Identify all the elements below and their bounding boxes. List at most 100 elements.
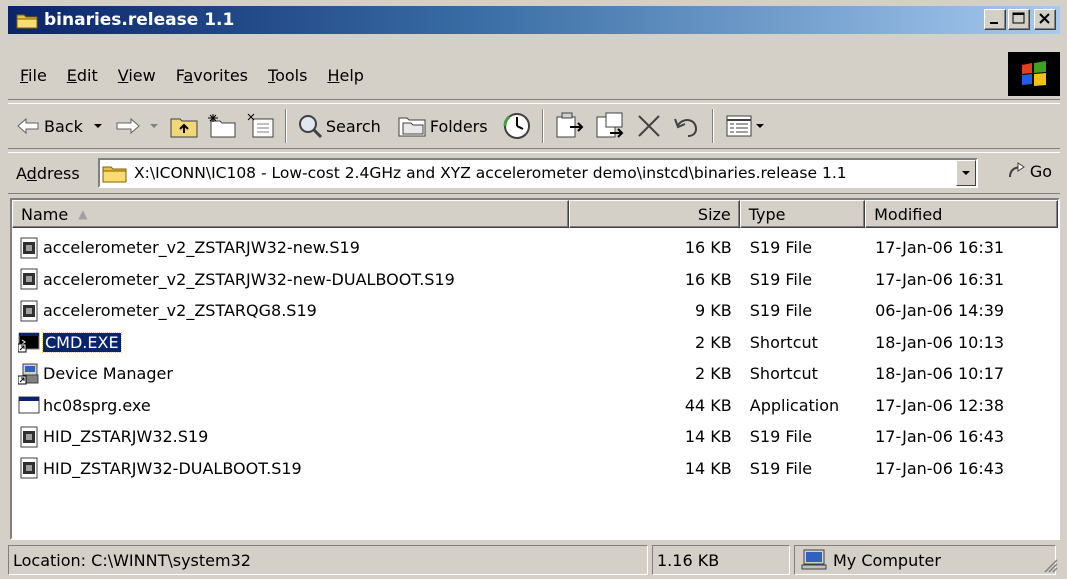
close-button[interactable]	[1034, 9, 1056, 30]
status-zone-label: My Computer	[833, 550, 941, 570]
column-header-name[interactable]: Name ▲	[12, 200, 569, 228]
folders-icon	[398, 117, 426, 137]
file-type: S19 File	[749, 301, 813, 321]
file-modified: 18-Jan-06 10:13	[875, 332, 1005, 352]
file-row[interactable]: hc08sprg.exe 44 KB Application 17-Jan-06…	[12, 390, 1058, 422]
up-folder-button[interactable]	[165, 108, 203, 144]
file-name: hc08sprg.exe	[43, 395, 151, 415]
delete-button[interactable]	[630, 108, 668, 144]
copy-to-button[interactable]	[590, 108, 630, 144]
search-icon	[298, 115, 322, 139]
chevron-down-icon	[149, 124, 158, 128]
column-header-type[interactable]: Type	[739, 200, 866, 228]
file-row[interactable]: accelerometer_v2_ZSTARJW32-new-DUALBOOT.…	[12, 264, 1058, 296]
menu-favorites[interactable]: Favorites	[176, 66, 248, 85]
resize-grip-icon[interactable]	[1042, 557, 1058, 573]
search-button[interactable]: Search	[293, 108, 385, 144]
s19-file-icon	[20, 237, 38, 259]
menu-file[interactable]: File	[20, 66, 47, 85]
back-button[interactable]: Back	[12, 108, 109, 144]
file-size: 16 KB	[684, 269, 732, 289]
file-size: 16 KB	[684, 238, 732, 258]
undo-button[interactable]	[668, 108, 706, 144]
maximize-icon	[1012, 12, 1025, 24]
file-name-cell: accelerometer_v2_ZSTARQG8.S19	[12, 300, 569, 322]
file-modified: 17-Jan-06 16:31	[875, 269, 1005, 289]
history-button[interactable]	[498, 108, 536, 144]
my-computer-icon	[801, 549, 827, 570]
new-item-icon	[247, 113, 274, 138]
cmd-shortcut-icon	[18, 332, 40, 353]
views-icon	[726, 115, 752, 137]
file-modified: 17-Jan-06 16:31	[875, 238, 1005, 258]
menu-edit[interactable]: Edit	[67, 66, 98, 85]
new-folder-button[interactable]	[203, 108, 241, 144]
go-button[interactable]: Go	[1006, 161, 1052, 181]
file-row[interactable]: accelerometer_v2_ZSTARJW32-new.S19 16 KB…	[12, 232, 1058, 264]
file-type: Shortcut	[749, 332, 818, 352]
folders-button[interactable]: Folders	[393, 108, 492, 144]
views-button[interactable]	[720, 108, 770, 144]
s19-file-icon	[20, 300, 38, 322]
column-header-size[interactable]: Size	[568, 200, 740, 228]
file-size: 9 KB	[695, 301, 732, 321]
new-item-button[interactable]	[241, 108, 279, 144]
file-row[interactable]: accelerometer_v2_ZSTARQG8.S19 9 KB S19 F…	[12, 295, 1058, 327]
column-modified-label: Modified	[874, 204, 943, 224]
menu-tools[interactable]: Tools	[268, 66, 307, 85]
file-name: accelerometer_v2_ZSTARQG8.S19	[43, 301, 317, 321]
column-headers: Name ▲ Size Type Modified	[12, 200, 1058, 228]
address-input[interactable]: X:\ICONN\IC108 - Low-cost 2.4GHz and XYZ…	[98, 158, 978, 188]
sort-ascending-icon: ▲	[78, 207, 88, 221]
menu-view[interactable]: View	[118, 66, 156, 85]
undo-icon	[673, 118, 697, 137]
file-name: CMD.EXE	[42, 331, 122, 353]
file-rows: accelerometer_v2_ZSTARJW32-new.S19 16 KB…	[12, 232, 1058, 484]
explorer-window: binaries.release 1.1 File Edit View Favo…	[0, 0, 1067, 579]
folder-icon	[102, 166, 127, 183]
standard-toolbar: Back Search Folders	[8, 103, 1060, 149]
window-title: binaries.release 1.1	[44, 10, 235, 30]
file-name: accelerometer_v2_ZSTARJW32-new-DUALBOOT.…	[43, 269, 455, 289]
s19-file-icon	[20, 457, 38, 479]
status-location: Location: C:\WINNT\system32	[8, 545, 648, 575]
address-dropdown-button[interactable]	[956, 160, 976, 186]
maximize-button[interactable]	[1008, 9, 1030, 30]
file-type: S19 File	[749, 427, 813, 447]
menu-help[interactable]: Help	[327, 66, 363, 85]
go-label: Go	[1029, 161, 1052, 181]
file-name-cell: accelerometer_v2_ZSTARJW32-new.S19	[12, 237, 569, 259]
s19-file-icon	[20, 426, 38, 448]
file-row-selected[interactable]: CMD.EXE 2 KB Shortcut 18-Jan-06 10:13	[12, 327, 1058, 359]
file-row[interactable]: Device Manager 2 KB Shortcut 18-Jan-06 1…	[12, 358, 1058, 390]
file-row[interactable]: HID_ZSTARJW32.S19 14 KB S19 File 17-Jan-…	[12, 421, 1058, 453]
file-modified: 06-Jan-06 14:39	[875, 301, 1005, 321]
copy-to-icon	[596, 112, 624, 138]
move-to-button[interactable]	[550, 108, 590, 144]
address-bar: Address X:\ICONN\IC108 - Low-cost 2.4GHz…	[8, 152, 1060, 194]
forward-button[interactable]	[109, 108, 165, 144]
chevron-down-icon	[962, 171, 970, 175]
file-modified: 18-Jan-06 10:17	[875, 364, 1005, 384]
file-name: accelerometer_v2_ZSTARJW32-new.S19	[43, 238, 360, 258]
status-bar: Location: C:\WINNT\system32 1.16 KB My C…	[8, 545, 1060, 575]
minimize-button[interactable]	[984, 9, 1006, 30]
file-type: Shortcut	[749, 364, 818, 384]
s19-file-icon	[20, 268, 38, 290]
file-size: 2 KB	[695, 364, 732, 384]
title-bar[interactable]: binaries.release 1.1	[8, 6, 1060, 34]
file-size: 44 KB	[684, 395, 732, 415]
file-type: S19 File	[749, 269, 813, 289]
column-header-modified[interactable]: Modified	[865, 200, 1058, 228]
file-name-cell: hc08sprg.exe	[12, 394, 569, 416]
application-icon	[18, 396, 40, 414]
windows-logo	[1008, 52, 1060, 96]
column-type-label: Type	[748, 204, 786, 224]
caption-buttons	[984, 9, 1056, 30]
file-name-cell: HID_ZSTARJW32-DUALBOOT.S19	[12, 457, 569, 479]
file-row[interactable]: HID_ZSTARJW32-DUALBOOT.S19 14 KB S19 Fil…	[12, 453, 1058, 485]
file-size: 14 KB	[684, 458, 732, 478]
address-path: X:\ICONN\IC108 - Low-cost 2.4GHz and XYZ…	[134, 164, 847, 182]
status-size: 1.16 KB	[652, 545, 790, 575]
file-list[interactable]: Name ▲ Size Type Modified accelerometer_…	[10, 198, 1060, 540]
